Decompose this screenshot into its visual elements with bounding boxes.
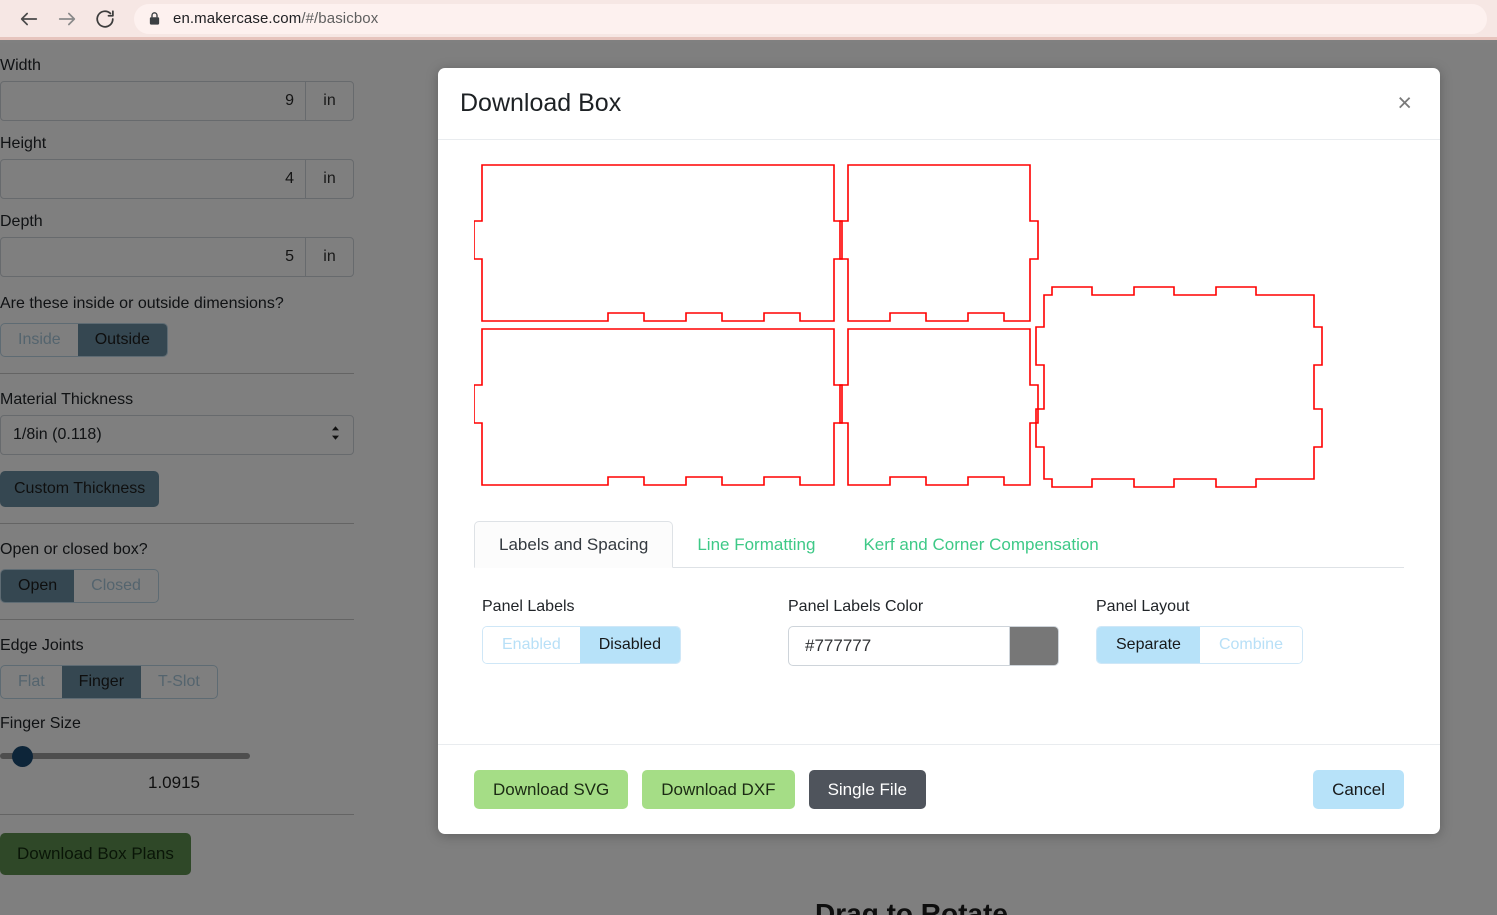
download-dxf-button[interactable]: Download DXF <box>642 770 795 809</box>
panel-labels-option-enabled[interactable]: Enabled <box>483 627 580 663</box>
lock-icon <box>148 11 161 26</box>
box-panel-preview <box>474 159 1404 489</box>
panel-top-left <box>474 164 843 322</box>
modal-header: Download Box × <box>438 68 1440 140</box>
panel-right <box>1035 286 1323 488</box>
panel-top-middle <box>839 164 1039 322</box>
panel-bottom-left <box>474 328 843 486</box>
panel-labels-option-disabled[interactable]: Disabled <box>579 627 680 663</box>
panel-labels-label: Panel Labels <box>482 598 575 615</box>
panel-layout-option-separate[interactable]: Separate <box>1097 627 1200 663</box>
download-svg-button[interactable]: Download SVG <box>474 770 629 809</box>
color-row: #777777 <box>788 626 1096 666</box>
tab-panel-labels-and-spacing: Panel Labels Enabled Disabled Panel Labe… <box>474 598 1404 666</box>
panel-labels-color-input[interactable]: #777777 <box>788 626 1010 666</box>
modal-body: Labels and Spacing Line Formatting Kerf … <box>438 140 1440 744</box>
address-bar[interactable]: en.makercase.com/#/basicbox <box>134 3 1487 34</box>
panel-labels-color-swatch[interactable] <box>1010 626 1059 666</box>
download-box-modal: Download Box × Labels and Spacing Line F… <box>438 68 1440 834</box>
panel-labels-toggle[interactable]: Enabled Disabled <box>482 626 681 664</box>
modal-tabs: Labels and Spacing Line Formatting Kerf … <box>474 517 1404 568</box>
single-file-button[interactable]: Single File <box>808 770 926 809</box>
url-path: /#/basicbox <box>301 10 379 27</box>
close-icon[interactable]: × <box>1391 89 1418 118</box>
modal-title: Download Box <box>460 89 622 117</box>
panel-labels-control: Panel Labels Enabled Disabled <box>482 598 788 666</box>
browser-toolbar: en.makercase.com/#/basicbox <box>0 0 1497 40</box>
modal-footer: Download SVG Download DXF Single File Ca… <box>438 744 1440 834</box>
cancel-button[interactable]: Cancel <box>1313 770 1404 809</box>
back-arrow-icon[interactable] <box>10 4 48 34</box>
footer-actions: Download SVG Download DXF Single File <box>474 770 926 809</box>
forward-arrow-icon[interactable] <box>48 4 86 34</box>
panel-layout-toggle[interactable]: Separate Combine <box>1096 626 1303 664</box>
tab-labels-and-spacing[interactable]: Labels and Spacing <box>474 521 674 568</box>
panel-labels-color-control: Panel Labels Color #777777 <box>788 598 1096 666</box>
panel-labels-color-label: Panel Labels Color <box>788 598 924 615</box>
panel-layout-control: Panel Layout Separate Combine <box>1096 598 1303 666</box>
url-host: en.makercase.com <box>173 10 302 27</box>
panel-bottom-middle <box>839 328 1039 486</box>
tab-kerf-and-corner-compensation[interactable]: Kerf and Corner Compensation <box>839 522 1122 567</box>
reload-icon[interactable] <box>86 4 124 34</box>
url-text: en.makercase.com/#/basicbox <box>173 10 378 27</box>
panel-layout-label: Panel Layout <box>1096 598 1190 615</box>
tab-line-formatting[interactable]: Line Formatting <box>673 522 839 567</box>
panel-layout-option-combine[interactable]: Combine <box>1199 627 1302 663</box>
